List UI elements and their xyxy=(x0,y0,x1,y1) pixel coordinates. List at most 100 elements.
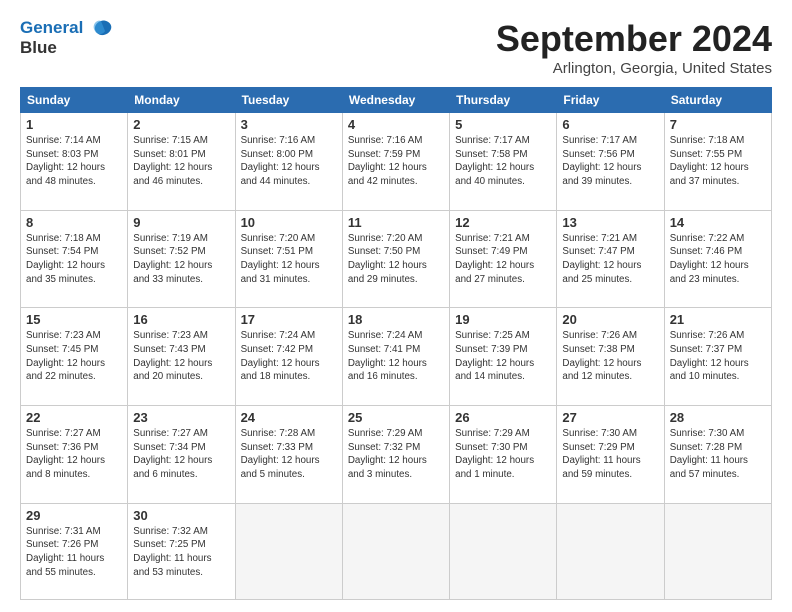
day-info: Sunrise: 7:26 AM Sunset: 7:38 PM Dayligh… xyxy=(562,329,658,384)
table-row: 30 Sunrise: 7:32 AM Sunset: 7:25 PM Dayli… xyxy=(128,503,235,599)
day-info: Sunrise: 7:18 AM Sunset: 7:54 PM Dayligh… xyxy=(26,232,122,287)
day-number: 23 xyxy=(133,410,229,425)
calendar-week-row: 1 Sunrise: 7:14 AM Sunset: 8:03 PM Daylig… xyxy=(21,113,772,211)
table-row: 14Sunrise: 7:22 AM Sunset: 7:46 PM Dayli… xyxy=(664,210,771,308)
month-title: September 2024 xyxy=(496,18,772,60)
day-info: Sunrise: 7:27 AM Sunset: 7:36 PM Dayligh… xyxy=(26,427,122,482)
table-row: 10 Sunrise: 7:20 AM Sunset: 7:51 PM Dayli… xyxy=(235,210,342,308)
day-number: 22 xyxy=(26,410,122,425)
calendar-week-row: 29 Sunrise: 7:31 AM Sunset: 7:26 PM Dayli… xyxy=(21,503,772,599)
table-row: 11 Sunrise: 7:20 AM Sunset: 7:50 PM Dayli… xyxy=(342,210,449,308)
day-number: 30 xyxy=(133,508,229,523)
day-number: 29 xyxy=(26,508,122,523)
table-row xyxy=(557,503,664,599)
day-number: 28 xyxy=(670,410,766,425)
table-row: 21 Sunrise: 7:26 AM Sunset: 7:37 PM Dayli… xyxy=(664,308,771,406)
logo-general: General xyxy=(20,18,83,37)
table-row: 7 Sunrise: 7:18 AM Sunset: 7:55 PM Daylig… xyxy=(664,113,771,211)
page: General Blue September 2024 Arlington, G… xyxy=(0,0,792,612)
day-info: Sunrise: 7:20 AM Sunset: 7:51 PM Dayligh… xyxy=(241,232,337,287)
day-info: Sunrise: 7:17 AM Sunset: 7:58 PM Dayligh… xyxy=(455,134,551,189)
table-row: 13 Sunrise: 7:21 AM Sunset: 7:47 PM Dayli… xyxy=(557,210,664,308)
day-number: 3 xyxy=(241,117,337,132)
day-info: Sunrise: 7:23 AM Sunset: 7:45 PM Dayligh… xyxy=(26,329,122,384)
day-number: 6 xyxy=(562,117,658,132)
header-wednesday: Wednesday xyxy=(342,88,449,113)
table-row xyxy=(342,503,449,599)
table-row xyxy=(664,503,771,599)
day-info: Sunrise: 7:28 AM Sunset: 7:33 PM Dayligh… xyxy=(241,427,337,482)
day-info: Sunrise: 7:15 AM Sunset: 8:01 PM Dayligh… xyxy=(133,134,229,189)
day-number: 5 xyxy=(455,117,551,132)
day-info: Sunrise: 7:29 AM Sunset: 7:32 PM Dayligh… xyxy=(348,427,444,482)
table-row: 4 Sunrise: 7:16 AM Sunset: 7:59 PM Daylig… xyxy=(342,113,449,211)
day-number: 11 xyxy=(348,215,444,230)
day-info: Sunrise: 7:25 AM Sunset: 7:39 PM Dayligh… xyxy=(455,329,551,384)
day-number: 18 xyxy=(348,312,444,327)
day-info: Sunrise: 7:17 AM Sunset: 7:56 PM Dayligh… xyxy=(562,134,658,189)
day-number: 13 xyxy=(562,215,658,230)
table-row: 1 Sunrise: 7:14 AM Sunset: 8:03 PM Daylig… xyxy=(21,113,128,211)
calendar-header-row: Sunday Monday Tuesday Wednesday Thursday… xyxy=(21,88,772,113)
table-row: 23 Sunrise: 7:27 AM Sunset: 7:34 PM Dayli… xyxy=(128,406,235,504)
table-row: 20 Sunrise: 7:26 AM Sunset: 7:38 PM Dayli… xyxy=(557,308,664,406)
day-number: 1 xyxy=(26,117,122,132)
day-number: 20 xyxy=(562,312,658,327)
day-info: Sunrise: 7:19 AM Sunset: 7:52 PM Dayligh… xyxy=(133,232,229,287)
day-number: 15 xyxy=(26,312,122,327)
day-number: 7 xyxy=(670,117,766,132)
day-info: Sunrise: 7:31 AM Sunset: 7:26 PM Dayligh… xyxy=(26,525,122,580)
table-row: 27 Sunrise: 7:30 AM Sunset: 7:29 PM Dayli… xyxy=(557,406,664,504)
day-info: Sunrise: 7:16 AM Sunset: 7:59 PM Dayligh… xyxy=(348,134,444,189)
header-saturday: Saturday xyxy=(664,88,771,113)
day-info: Sunrise: 7:24 AM Sunset: 7:41 PM Dayligh… xyxy=(348,329,444,384)
table-row: 3Sunrise: 7:16 AM Sunset: 8:00 PM Daylig… xyxy=(235,113,342,211)
day-number: 27 xyxy=(562,410,658,425)
day-number: 8 xyxy=(26,215,122,230)
day-info: Sunrise: 7:21 AM Sunset: 7:47 PM Dayligh… xyxy=(562,232,658,287)
day-info: Sunrise: 7:30 AM Sunset: 7:29 PM Dayligh… xyxy=(562,427,658,482)
calendar-week-row: 15 Sunrise: 7:23 AM Sunset: 7:45 PM Dayli… xyxy=(21,308,772,406)
day-info: Sunrise: 7:22 AM Sunset: 7:46 PM Dayligh… xyxy=(670,232,766,287)
table-row: 2Sunrise: 7:15 AM Sunset: 8:01 PM Daylig… xyxy=(128,113,235,211)
day-number: 10 xyxy=(241,215,337,230)
day-info: Sunrise: 7:14 AM Sunset: 8:03 PM Dayligh… xyxy=(26,134,122,189)
table-row xyxy=(450,503,557,599)
header-sunday: Sunday xyxy=(21,88,128,113)
location: Arlington, Georgia, United States xyxy=(496,60,772,77)
day-info: Sunrise: 7:21 AM Sunset: 7:49 PM Dayligh… xyxy=(455,232,551,287)
logo-blue: Blue xyxy=(20,38,57,57)
table-row: 26Sunrise: 7:29 AM Sunset: 7:30 PM Dayli… xyxy=(450,406,557,504)
day-number: 16 xyxy=(133,312,229,327)
table-row: 25 Sunrise: 7:29 AM Sunset: 7:32 PM Dayli… xyxy=(342,406,449,504)
header-tuesday: Tuesday xyxy=(235,88,342,113)
logo: General Blue xyxy=(20,18,115,57)
day-info: Sunrise: 7:32 AM Sunset: 7:25 PM Dayligh… xyxy=(133,525,229,580)
day-info: Sunrise: 7:26 AM Sunset: 7:37 PM Dayligh… xyxy=(670,329,766,384)
day-number: 9 xyxy=(133,215,229,230)
header-friday: Friday xyxy=(557,88,664,113)
day-number: 25 xyxy=(348,410,444,425)
day-info: Sunrise: 7:20 AM Sunset: 7:50 PM Dayligh… xyxy=(348,232,444,287)
day-number: 12 xyxy=(455,215,551,230)
calendar-table: Sunday Monday Tuesday Wednesday Thursday… xyxy=(20,87,772,600)
day-info: Sunrise: 7:29 AM Sunset: 7:30 PM Dayligh… xyxy=(455,427,551,482)
table-row: 5 Sunrise: 7:17 AM Sunset: 7:58 PM Daylig… xyxy=(450,113,557,211)
table-row: 18 Sunrise: 7:24 AM Sunset: 7:41 PM Dayli… xyxy=(342,308,449,406)
header: General Blue September 2024 Arlington, G… xyxy=(20,18,772,77)
table-row: 16Sunrise: 7:23 AM Sunset: 7:43 PM Dayli… xyxy=(128,308,235,406)
day-info: Sunrise: 7:18 AM Sunset: 7:55 PM Dayligh… xyxy=(670,134,766,189)
calendar-week-row: 8 Sunrise: 7:18 AM Sunset: 7:54 PM Daylig… xyxy=(21,210,772,308)
header-monday: Monday xyxy=(128,88,235,113)
day-number: 4 xyxy=(348,117,444,132)
table-row: 17Sunrise: 7:24 AM Sunset: 7:42 PM Dayli… xyxy=(235,308,342,406)
table-row: 24Sunrise: 7:28 AM Sunset: 7:33 PM Dayli… xyxy=(235,406,342,504)
calendar-week-row: 22 Sunrise: 7:27 AM Sunset: 7:36 PM Dayli… xyxy=(21,406,772,504)
day-number: 17 xyxy=(241,312,337,327)
header-thursday: Thursday xyxy=(450,88,557,113)
day-number: 19 xyxy=(455,312,551,327)
day-number: 21 xyxy=(670,312,766,327)
table-row: 9 Sunrise: 7:19 AM Sunset: 7:52 PM Daylig… xyxy=(128,210,235,308)
table-row: 22 Sunrise: 7:27 AM Sunset: 7:36 PM Dayli… xyxy=(21,406,128,504)
day-info: Sunrise: 7:27 AM Sunset: 7:34 PM Dayligh… xyxy=(133,427,229,482)
